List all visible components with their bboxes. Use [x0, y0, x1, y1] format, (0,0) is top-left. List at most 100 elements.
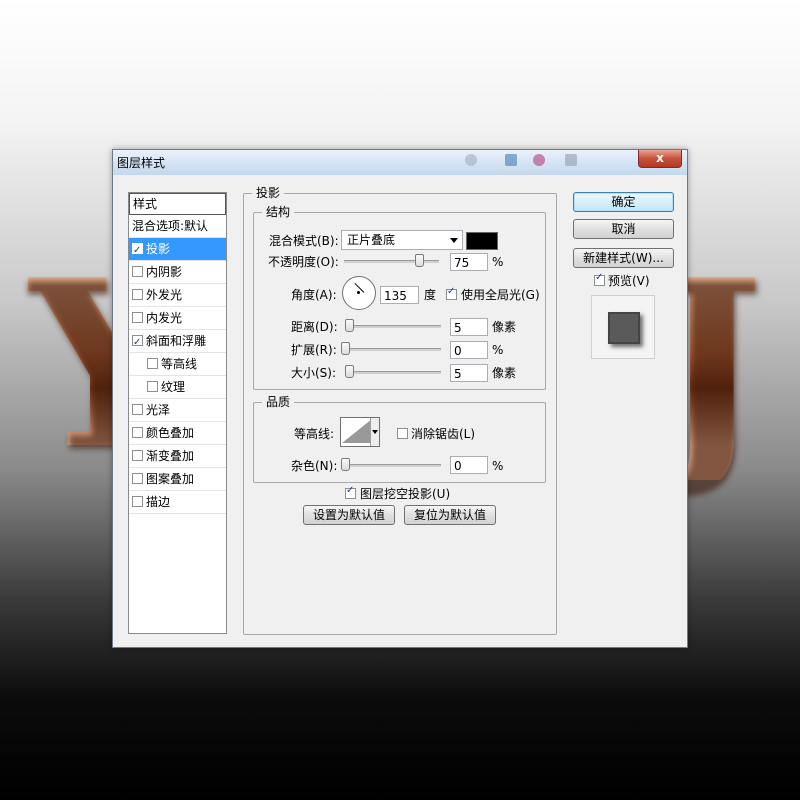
noise-slider-thumb[interactable]: [341, 458, 350, 471]
style-item-checkbox[interactable]: [132, 266, 143, 277]
chevron-down-icon: [450, 238, 458, 243]
noise-input[interactable]: 0: [450, 456, 488, 474]
opacity-slider-thumb[interactable]: [415, 254, 424, 267]
style-item-checkbox[interactable]: [132, 427, 143, 438]
blend-mode-value: 正片叠底: [347, 233, 396, 247]
style-item-label: 等高线: [161, 357, 198, 371]
style-item[interactable]: 图案叠加: [129, 468, 226, 491]
angle-input[interactable]: 135: [380, 286, 419, 304]
style-list: 样式 混合选项:默认投影内阴影外发光内发光斜面和浮雕等高线纹理光泽颜色叠加渐变叠…: [128, 192, 227, 634]
titlebar-deco-icon: [465, 154, 477, 166]
style-item-checkbox[interactable]: [132, 332, 143, 354]
angle-center-dot: [357, 291, 360, 294]
make-default-button[interactable]: 设置为默认值: [303, 505, 395, 525]
style-item-checkbox[interactable]: [132, 450, 143, 461]
quality-title: 品质: [262, 395, 295, 409]
knockout-checkbox[interactable]: [345, 485, 356, 499]
size-slider-track[interactable]: [345, 371, 441, 374]
style-item[interactable]: 内阴影: [129, 261, 226, 284]
contour-picker[interactable]: [340, 417, 380, 447]
style-item-label: 外发光: [146, 288, 183, 302]
noise-unit: %: [492, 459, 504, 473]
layer-style-dialog: 图层样式 x 样式 混合选项:默认投影内阴影外发光内发光斜面和浮雕等高线纹理光泽…: [112, 149, 688, 648]
style-item-label: 内发光: [146, 311, 183, 325]
ok-button[interactable]: 确定: [573, 192, 674, 212]
spread-unit: %: [492, 343, 504, 357]
blend-mode-label: 混合模式(B):: [269, 234, 339, 248]
style-item-label: 图案叠加: [146, 472, 195, 486]
global-light-label: 使用全局光(G): [461, 288, 540, 302]
panel-title: 投影: [252, 186, 285, 200]
style-item[interactable]: 纹理: [129, 376, 226, 399]
style-item[interactable]: 混合选项:默认: [129, 215, 226, 238]
style-item[interactable]: 渐变叠加: [129, 445, 226, 468]
cancel-button[interactable]: 取消: [573, 219, 674, 239]
global-light-checkbox[interactable]: [446, 286, 457, 300]
size-slider-thumb[interactable]: [345, 365, 354, 378]
style-item[interactable]: 斜面和浮雕: [129, 330, 226, 354]
style-item[interactable]: 外发光: [129, 284, 226, 307]
style-item-label: 混合选项:默认: [132, 219, 209, 233]
opacity-unit: %: [492, 255, 504, 269]
style-item[interactable]: 内发光: [129, 307, 226, 330]
noise-slider-track[interactable]: [342, 464, 441, 467]
style-item[interactable]: 颜色叠加: [129, 422, 226, 445]
style-item-checkbox[interactable]: [147, 358, 158, 369]
angle-unit: 度: [424, 288, 437, 302]
contour-label: 等高线:: [294, 427, 335, 441]
style-item-checkbox[interactable]: [132, 496, 143, 507]
style-item-label: 渐变叠加: [146, 449, 195, 463]
spread-slider-thumb[interactable]: [341, 342, 350, 355]
reset-default-button[interactable]: 复位为默认值: [404, 505, 496, 525]
distance-slider-track[interactable]: [345, 325, 441, 328]
preview-swatch: [608, 312, 640, 344]
style-item[interactable]: 光泽: [129, 399, 226, 422]
title-bar: 图层样式 x: [113, 150, 687, 175]
style-item-checkbox[interactable]: [132, 289, 143, 300]
style-item-checkbox[interactable]: [132, 473, 143, 484]
style-item[interactable]: 投影: [129, 238, 226, 262]
opacity-input[interactable]: 75: [450, 253, 488, 271]
angle-dial[interactable]: [342, 276, 376, 310]
style-item-checkbox[interactable]: [132, 312, 143, 323]
distance-unit: 像素: [492, 320, 517, 334]
style-item-checkbox[interactable]: [147, 381, 158, 392]
contour-curve-icon: [342, 419, 372, 443]
preview-thumbnail: [591, 295, 655, 359]
anti-alias-checkbox[interactable]: [397, 428, 408, 439]
style-item-label: 光泽: [146, 403, 171, 417]
titlebar-deco-icon: [565, 154, 577, 166]
preview-checkbox[interactable]: [594, 272, 605, 286]
titlebar-deco-icon: [533, 154, 545, 166]
noise-label: 杂色(N):: [291, 459, 338, 473]
opacity-slider-track[interactable]: [344, 260, 439, 263]
close-button[interactable]: x: [638, 150, 682, 168]
style-list-header[interactable]: 样式: [129, 193, 226, 215]
distance-slider-thumb[interactable]: [345, 319, 354, 332]
style-item[interactable]: 描边: [129, 491, 226, 514]
quality-group: 品质 等高线: 消除锯齿(L) 杂色(N): 0 %: [253, 395, 546, 483]
preview-label: 预览(V): [608, 274, 650, 288]
anti-alias-label: 消除锯齿(L): [411, 427, 476, 441]
drop-shadow-panel: 投影 结构 混合模式(B): 正片叠底 不透明度(O): 75 % 角度(A):: [243, 186, 557, 635]
window-title: 图层样式: [117, 156, 166, 170]
structure-title: 结构: [262, 205, 295, 219]
style-item-label: 描边: [146, 495, 171, 509]
spread-input[interactable]: 0: [450, 341, 488, 359]
style-item-checkbox[interactable]: [132, 404, 143, 415]
blend-mode-select[interactable]: 正片叠底: [341, 230, 463, 250]
size-label: 大小(S):: [291, 366, 337, 380]
style-item-label: 内阴影: [146, 265, 183, 279]
angle-label: 角度(A):: [291, 288, 337, 302]
size-input[interactable]: 5: [450, 364, 488, 382]
distance-input[interactable]: 5: [450, 318, 488, 336]
style-item[interactable]: 等高线: [129, 353, 226, 376]
style-item-label: 颜色叠加: [146, 426, 195, 440]
titlebar-deco-icon: [505, 154, 517, 166]
new-style-button[interactable]: 新建样式(W)...: [573, 248, 674, 268]
spread-slider-track[interactable]: [342, 348, 441, 351]
shadow-color-swatch[interactable]: [466, 232, 498, 250]
opacity-label: 不透明度(O):: [268, 255, 339, 269]
style-item-label: 纹理: [161, 380, 186, 394]
style-item-checkbox[interactable]: [132, 240, 143, 262]
